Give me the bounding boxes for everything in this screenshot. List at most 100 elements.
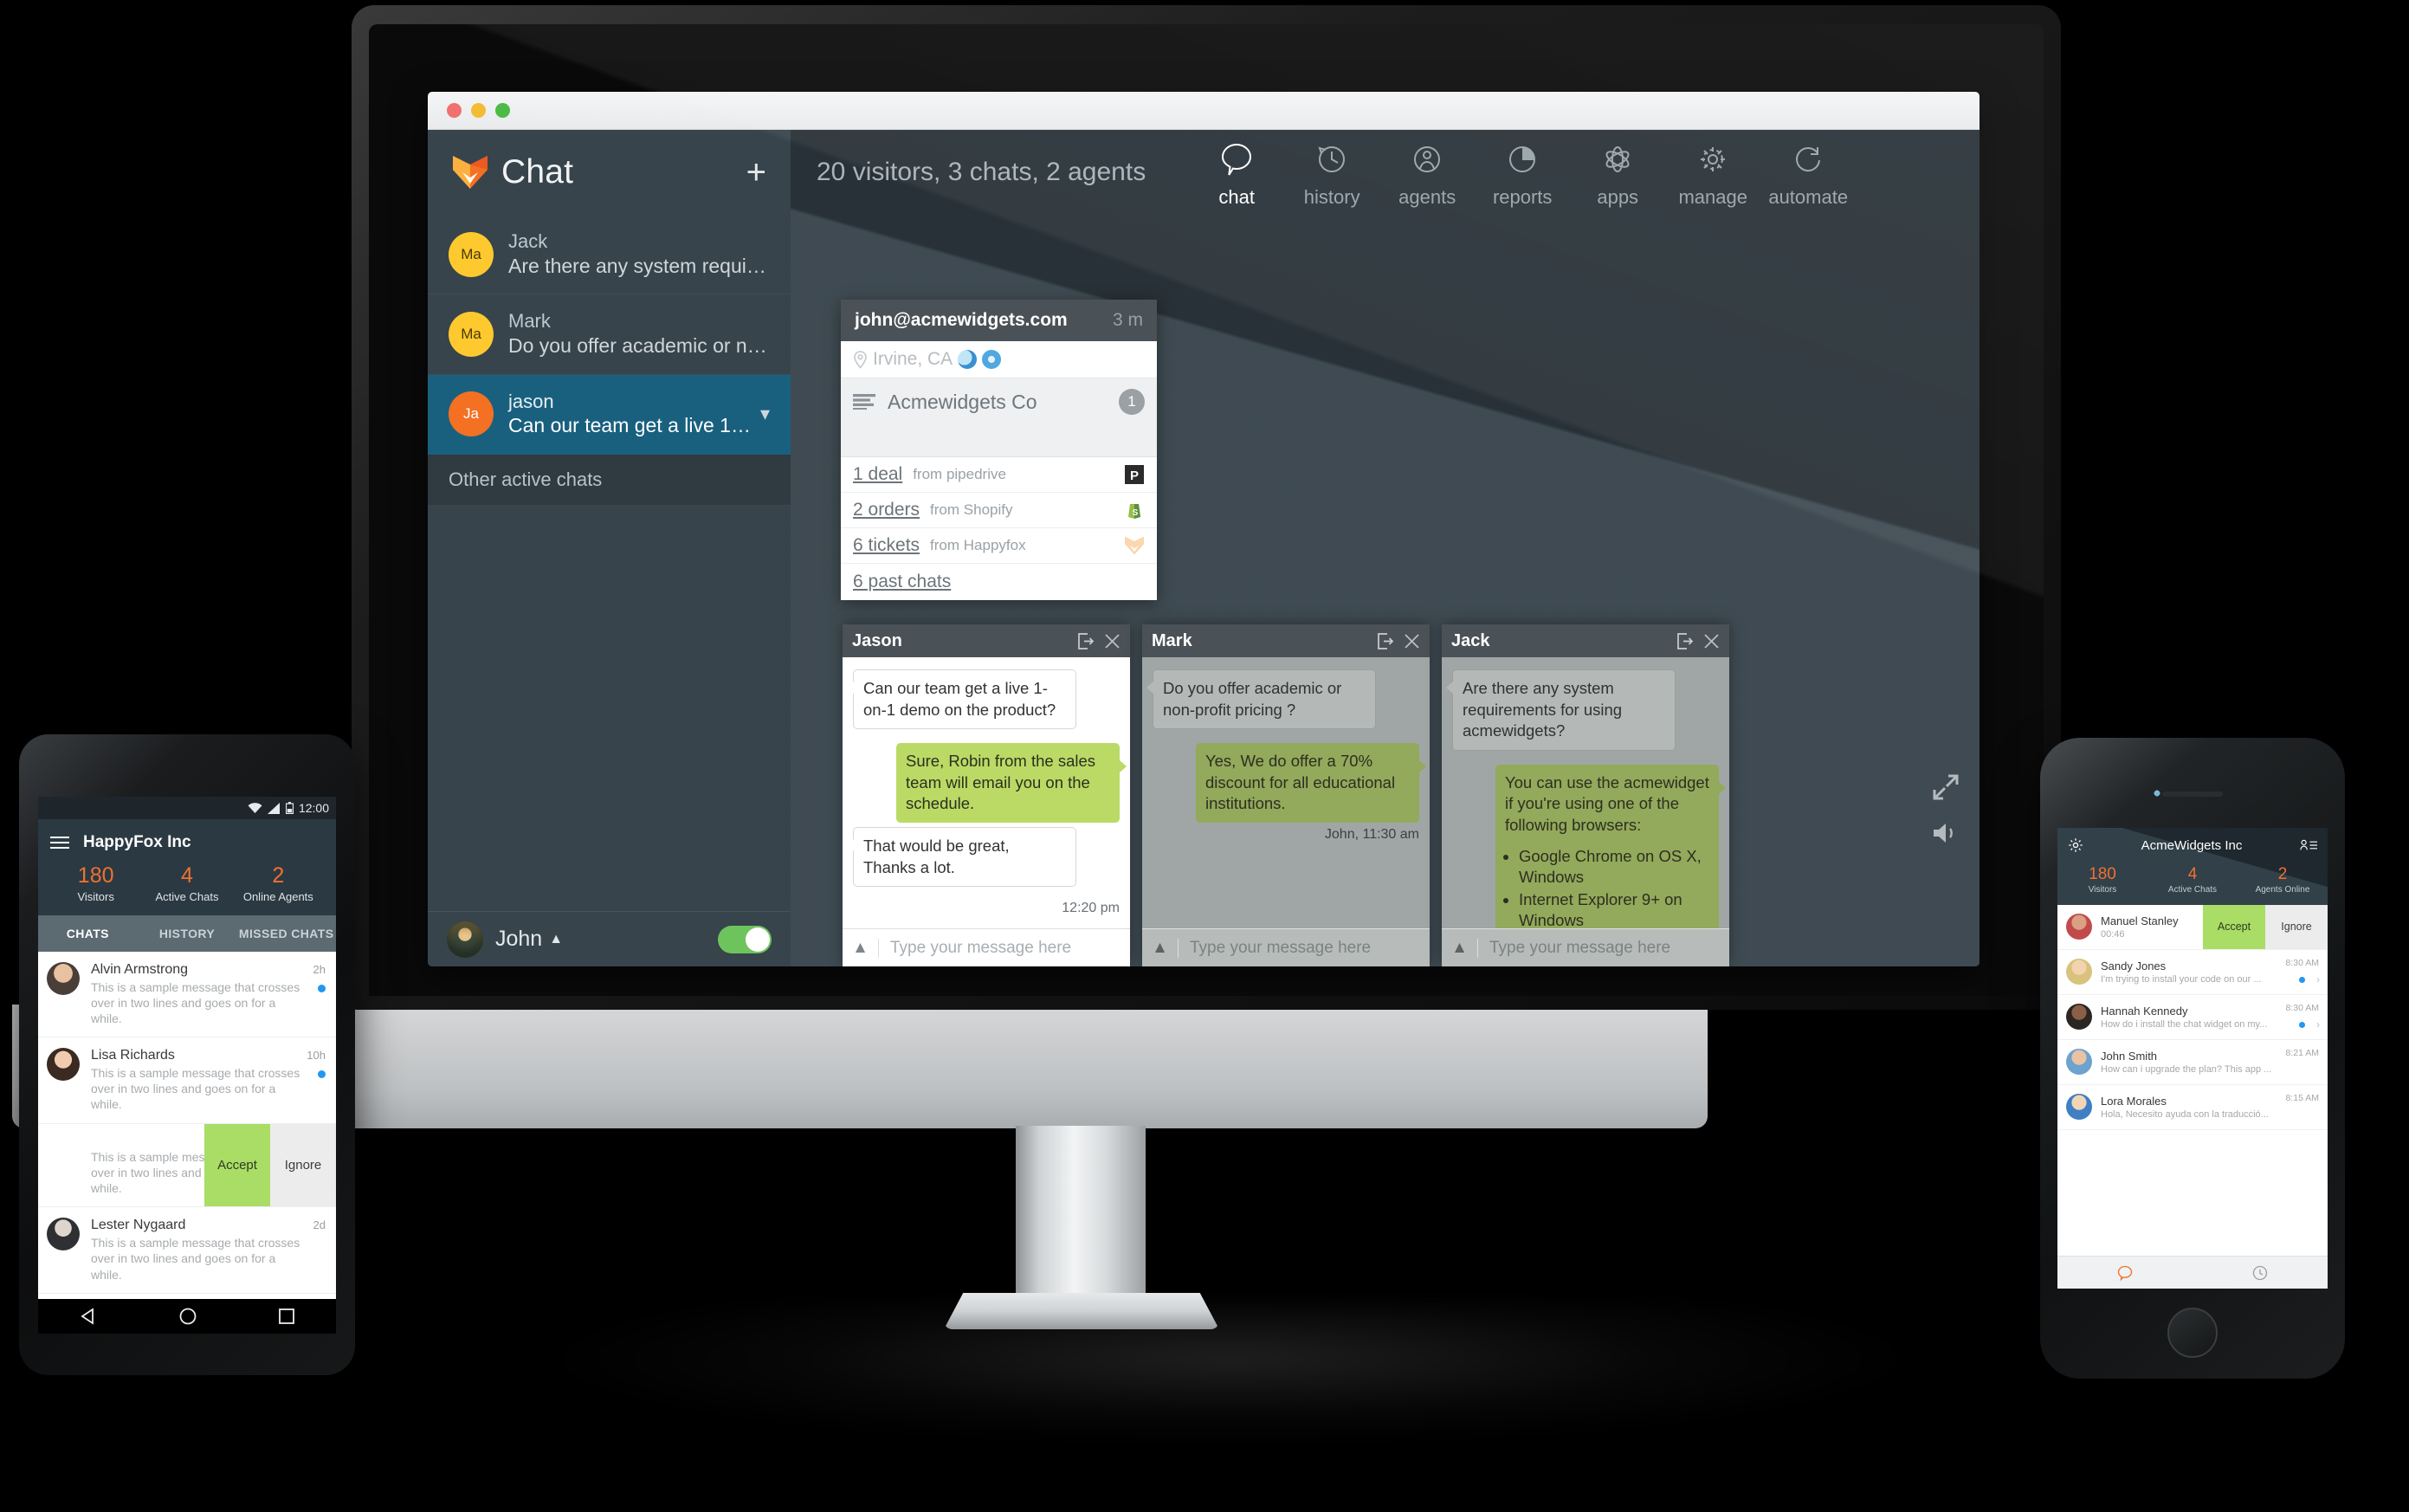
list-item[interactable]: Lora Morales Hola, Necesito ayuda con la… — [2057, 1084, 2328, 1130]
list-item[interactable]: Sandy Jones I'm trying to install your c… — [2057, 949, 2328, 995]
tab-history[interactable]: HISTORY — [138, 927, 237, 940]
sidebar-chat-item-jason[interactable]: Ja jason Can our team get a live 1-on-… … — [428, 374, 791, 456]
window-minimize-button[interactable] — [471, 103, 486, 118]
home-circle-icon[interactable] — [178, 1307, 197, 1326]
sidebar-chat-list: Ma Jack Are there any system requirem… M… — [428, 215, 791, 456]
chat-message-text: You can use the acmewidget if you're usi… — [1505, 772, 1709, 834]
past-chats-link[interactable]: 6 past chats — [853, 572, 951, 591]
chat-input-placeholder[interactable]: Type your message here — [879, 939, 1071, 958]
ignore-button[interactable]: Ignore — [270, 1123, 336, 1207]
expand-arrows-icon[interactable] — [1931, 772, 1960, 802]
timestamp: 8:15 AM — [2285, 1092, 2319, 1103]
safari-icon — [982, 350, 1002, 369]
chevron-down-icon[interactable]: ▾ — [760, 403, 770, 425]
visitor-location-row: Irvine, CA — [841, 341, 1157, 378]
tickets-link[interactable]: 6 tickets — [853, 535, 920, 556]
chevron-right-icon[interactable]: › — [2316, 1018, 2320, 1031]
accept-button[interactable]: Accept — [2203, 904, 2265, 949]
nav-item-automate[interactable]: automate — [1760, 136, 1856, 209]
visitor-past-chats-row[interactable]: 6 past chats — [841, 564, 1157, 600]
sidebar-empty-area — [428, 506, 791, 911]
chevron-right-icon[interactable]: › — [2316, 973, 2320, 985]
chat-window-title: Jack — [1451, 630, 1490, 650]
window-zoom-button[interactable] — [495, 103, 510, 118]
sidebar-chat-item-mark[interactable]: Ma Mark Do you offer academic or non… — [428, 294, 791, 375]
timestamp: 8:30 AM — [2285, 957, 2319, 968]
transfer-chat-icon[interactable] — [1677, 632, 1694, 649]
home-button[interactable] — [2167, 1308, 2218, 1358]
stat-visitors: 180 Visitors — [50, 863, 141, 902]
list-item[interactable]: Alvin Armstrong 2h This is a sample mess… — [38, 951, 336, 1038]
android-chat-list: Alvin Armstrong 2h This is a sample mess… — [38, 951, 336, 1294]
chat-input-row[interactable]: ▲ Type your message here — [843, 928, 1130, 966]
message-preview: This is a sample message that crosses ov… — [91, 979, 300, 1025]
ignore-button[interactable]: Ignore — [2265, 904, 2328, 949]
visitor-deals-row[interactable]: 1 deal from pipedrive P — [841, 457, 1157, 493]
chat-input-placeholder[interactable]: Type your message here — [1179, 939, 1371, 958]
close-icon[interactable] — [1104, 633, 1121, 649]
back-triangle-icon[interactable] — [79, 1308, 98, 1325]
visitor-company-row[interactable]: Acmewidgets Co 1 — [841, 378, 1157, 457]
chat-input-row[interactable]: ▲ Type your message here — [1142, 928, 1430, 966]
avatar: Ja — [449, 391, 494, 437]
list-item-with-actions[interactable]: Manuel Stanley 00:46 Accept Ignore — [2057, 904, 2328, 950]
visitor-orders-row[interactable]: 2 orders from Shopify S — [841, 493, 1157, 528]
iphone-tab-bar — [2057, 1256, 2328, 1289]
nav-item-history[interactable]: history — [1284, 136, 1379, 209]
list-item[interactable]: Lisa Richards 10h This is a sample messa… — [38, 1037, 336, 1124]
recents-square-icon[interactable] — [278, 1308, 295, 1325]
tab-chats[interactable]: CHATS — [38, 927, 138, 940]
list-item[interactable]: Lester Nygaard 2d This is a sample messa… — [38, 1207, 336, 1294]
nav-item-reports[interactable]: reports — [1475, 136, 1570, 209]
window-close-button[interactable] — [447, 103, 462, 118]
avatar — [2066, 1094, 2092, 1121]
speaker-volume-icon[interactable] — [1932, 821, 1960, 845]
agents-list-icon[interactable] — [2300, 838, 2317, 852]
new-chat-button[interactable]: + — [746, 155, 766, 190]
transfer-chat-icon[interactable] — [1078, 632, 1095, 649]
visitor-tickets-row[interactable]: 6 tickets from Happyfox — [841, 528, 1157, 564]
chevron-up-icon[interactable]: ▲ — [1142, 938, 1179, 958]
chevron-up-icon[interactable]: ▲ — [549, 932, 563, 947]
agent-online-toggle[interactable] — [718, 925, 772, 953]
nav-item-manage[interactable]: manage — [1665, 136, 1760, 209]
gear-icon[interactable] — [2068, 837, 2083, 853]
battery-icon — [285, 802, 294, 814]
tab-missed-chats[interactable]: MISSED CHATS — [236, 927, 336, 940]
list-item[interactable]: Hannah Kennedy How do i install the chat… — [2057, 994, 2328, 1040]
chat-input-row[interactable]: ▲ Type your message here — [1442, 928, 1729, 966]
nav-item-apps[interactable]: apps — [1570, 136, 1665, 209]
transfer-chat-icon[interactable] — [1378, 632, 1394, 649]
stat-value: 4 — [181, 863, 193, 888]
deals-link[interactable]: 1 deal — [853, 464, 902, 485]
accept-button[interactable]: Accept — [204, 1123, 270, 1207]
message-preview: Hola, Necesito ayuda con la traducció... — [2101, 1108, 2269, 1120]
avatar — [2066, 959, 2092, 985]
visitor-stats: 20 visitors, 3 chats, 2 agents — [817, 158, 1146, 186]
list-item: Internet Explorer 9+ on Windows — [1519, 889, 1709, 928]
chat-message-incoming: Can our team get a live 1-on-1 demo on t… — [847, 669, 1076, 730]
orders-link[interactable]: 2 orders — [853, 500, 920, 520]
chat-message-outgoing: Yes, We do offer a 70% discount for all … — [1196, 743, 1426, 823]
close-icon[interactable] — [1703, 633, 1720, 649]
nav-item-chat[interactable]: chat — [1189, 136, 1284, 209]
floating-tools — [1931, 772, 1960, 845]
list-item-with-actions[interactable]: 2d This is a sample message that crosses… — [38, 1123, 336, 1208]
person-circle-icon — [1379, 139, 1475, 179]
avatar — [47, 1218, 80, 1251]
sidebar-chat-item-jack[interactable]: Ma Jack Are there any system requirem… — [428, 215, 791, 295]
close-icon[interactable] — [1404, 633, 1420, 649]
chat-input-placeholder[interactable]: Type your message here — [1478, 939, 1670, 958]
stat-label: Agents Online — [2255, 884, 2310, 895]
atom-icon — [1570, 139, 1665, 179]
svg-text:P: P — [1130, 468, 1139, 483]
hamburger-menu-icon[interactable] — [50, 837, 69, 849]
nav-item-agents[interactable]: agents — [1379, 136, 1475, 209]
chat-snippet: Can our team get a live 1-on-… — [508, 414, 752, 437]
tab-chats[interactable] — [2057, 1257, 2193, 1289]
list-item[interactable]: John Smith How can i upgrade the plan? T… — [2057, 1039, 2328, 1085]
stat-value: 180 — [77, 863, 114, 888]
tab-history[interactable] — [2193, 1257, 2328, 1289]
chevron-up-icon[interactable]: ▲ — [843, 938, 879, 958]
chevron-up-icon[interactable]: ▲ — [1442, 938, 1478, 958]
